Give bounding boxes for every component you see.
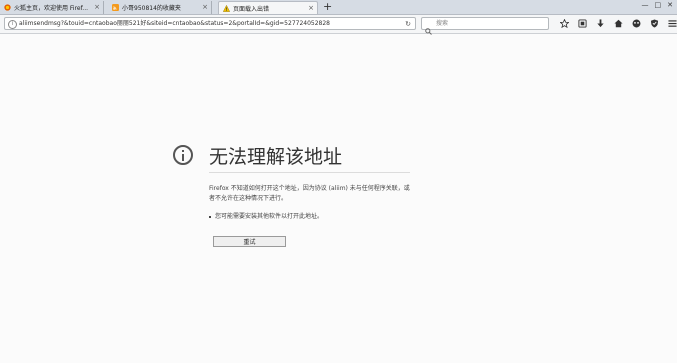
firefox-icon: [4, 4, 11, 11]
info-icon: [173, 145, 193, 165]
new-tab-button[interactable]: +: [323, 0, 332, 13]
downloads-icon[interactable]: [591, 17, 609, 30]
close-tab-icon[interactable]: ×: [202, 3, 208, 11]
error-description: Firefox 不知道如何打开这个地址，因为协议 (aliim) 未与任何程序关…: [209, 185, 410, 202]
tab-label: 小哥950814的收藏夹: [122, 5, 181, 12]
pocket-icon[interactable]: [627, 17, 645, 30]
star-icon[interactable]: [555, 17, 573, 30]
nav-toolbar: i aliimsendmsg?&touid=cntaobao丽丽521好&sit…: [0, 15, 677, 35]
minimize-button[interactable]: —: [642, 1, 649, 9]
rss-icon: [112, 4, 119, 11]
suggestion-text: 您可能需要安装其他软件以打开此地址。: [215, 213, 324, 220]
bullet-icon: [209, 215, 211, 218]
search-input[interactable]: 搜索: [421, 17, 549, 35]
window-controls: — □ ✕: [642, 1, 674, 9]
page-title: 无法理解该地址: [209, 146, 343, 168]
search-placeholder: 搜索: [436, 20, 449, 27]
shield-icon[interactable]: [645, 17, 663, 30]
maximize-button[interactable]: □: [655, 1, 662, 9]
home-icon[interactable]: [609, 17, 627, 30]
search-icon: [425, 20, 432, 39]
tab-error-page[interactable]: 页面载入出错 ×: [218, 1, 318, 14]
retry-button[interactable]: 重试: [213, 236, 286, 247]
close-tab-icon[interactable]: ×: [308, 4, 314, 12]
reading-list-icon[interactable]: [573, 17, 591, 30]
site-info-icon[interactable]: i: [8, 20, 17, 29]
close-window-button[interactable]: ✕: [667, 1, 673, 9]
menu-icon[interactable]: [663, 17, 677, 30]
close-tab-icon[interactable]: ×: [94, 3, 100, 11]
reload-icon[interactable]: ↻: [405, 18, 411, 30]
tab-firefox-home[interactable]: 火狐主页，欢迎使用 Firef... ×: [0, 1, 104, 14]
tab-strip: 火狐主页，欢迎使用 Firef... × 小哥950814的收藏夹 × 页面载入…: [0, 0, 677, 15]
url-text[interactable]: aliimsendmsg?&touid=cntaobao丽丽521好&sitei…: [19, 18, 330, 30]
tab-favorites[interactable]: 小哥950814的收藏夹 ×: [108, 1, 212, 14]
tab-label: 页面载入出错: [233, 5, 270, 13]
title-divider: [209, 172, 410, 173]
warning-icon: [223, 4, 230, 12]
tab-label: 火狐主页，欢迎使用 Firef...: [14, 5, 89, 12]
url-bar[interactable]: i aliimsendmsg?&touid=cntaobao丽丽521好&sit…: [4, 17, 416, 30]
error-suggestion: 您可能需要安装其他软件以打开此地址。: [209, 212, 323, 221]
